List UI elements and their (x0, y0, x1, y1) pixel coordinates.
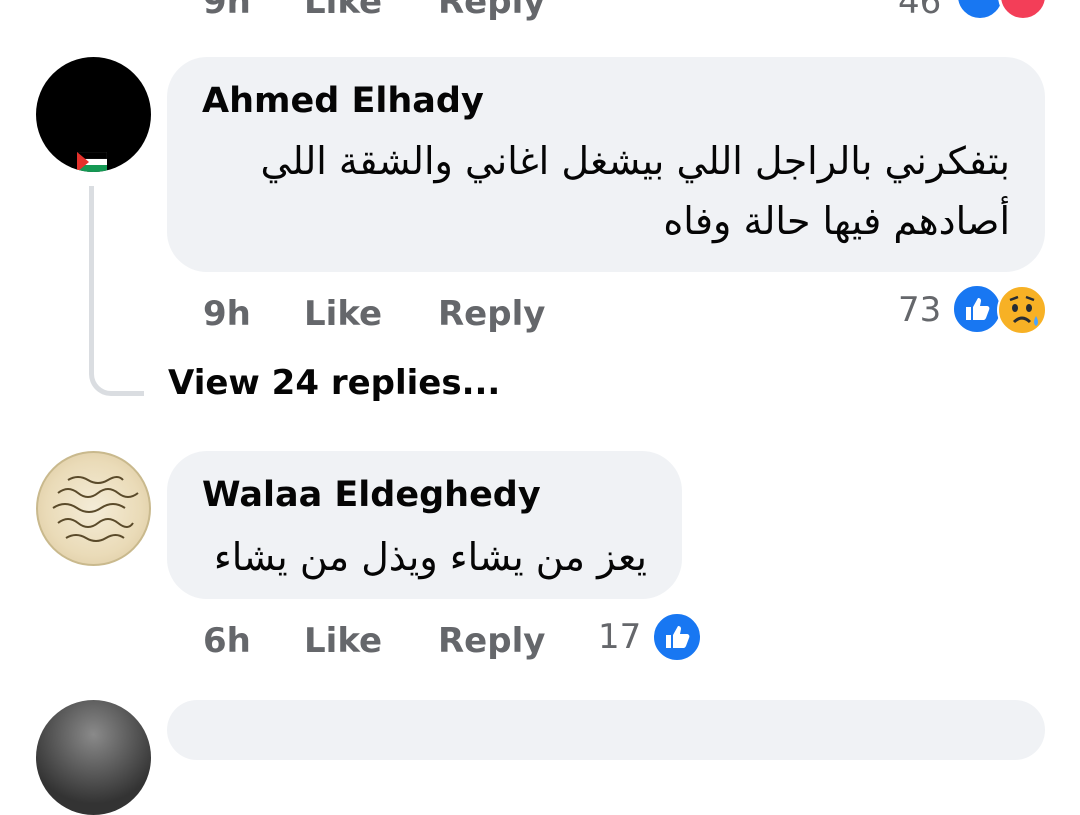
view-replies-link[interactable]: View 24 replies... (168, 363, 500, 403)
comment-time[interactable]: 6h (203, 621, 251, 661)
flag-icon (77, 152, 107, 172)
previous-reaction-count[interactable]: 46 (898, 0, 941, 22)
comment-bubble[interactable]: Ahmed Elhady بتفكرني بالراجل اللي بيشغل … (167, 57, 1045, 272)
like-icon (955, 0, 1005, 21)
like-icon (652, 612, 702, 662)
previous-comment-time: 9h (203, 0, 251, 22)
love-icon (998, 0, 1048, 21)
comment-author[interactable]: Walaa Eldeghedy (202, 475, 541, 515)
reply-button[interactable]: Reply (438, 294, 545, 334)
like-icon (952, 284, 1002, 334)
previous-like-button[interactable]: Like (304, 0, 382, 22)
comment-time[interactable]: 9h (203, 294, 251, 334)
comment-bubble[interactable]: Walaa Eldeghedy يعز من يشاء ويذل من يشاء (167, 451, 682, 599)
avatar[interactable] (36, 700, 151, 815)
reaction-count[interactable]: 17 (598, 617, 641, 657)
thread-line (89, 186, 144, 396)
previous-reply-button[interactable]: Reply (438, 0, 545, 22)
sad-icon (997, 285, 1047, 335)
comment-text: بتفكرني بالراجل اللي بيشغل اغاني والشقة … (260, 139, 1010, 243)
avatar[interactable] (36, 57, 151, 172)
reaction-count[interactable]: 73 (898, 290, 941, 330)
calligraphy-image (52, 476, 139, 542)
reply-button[interactable]: Reply (438, 621, 545, 661)
like-button[interactable]: Like (304, 621, 382, 661)
comment-bubble[interactable] (167, 700, 1045, 760)
like-button[interactable]: Like (304, 294, 382, 334)
avatar[interactable] (36, 451, 151, 566)
comment-text: يعز من يشاء ويذل من يشاء (213, 535, 647, 579)
comment-author[interactable]: Ahmed Elhady (202, 81, 484, 121)
